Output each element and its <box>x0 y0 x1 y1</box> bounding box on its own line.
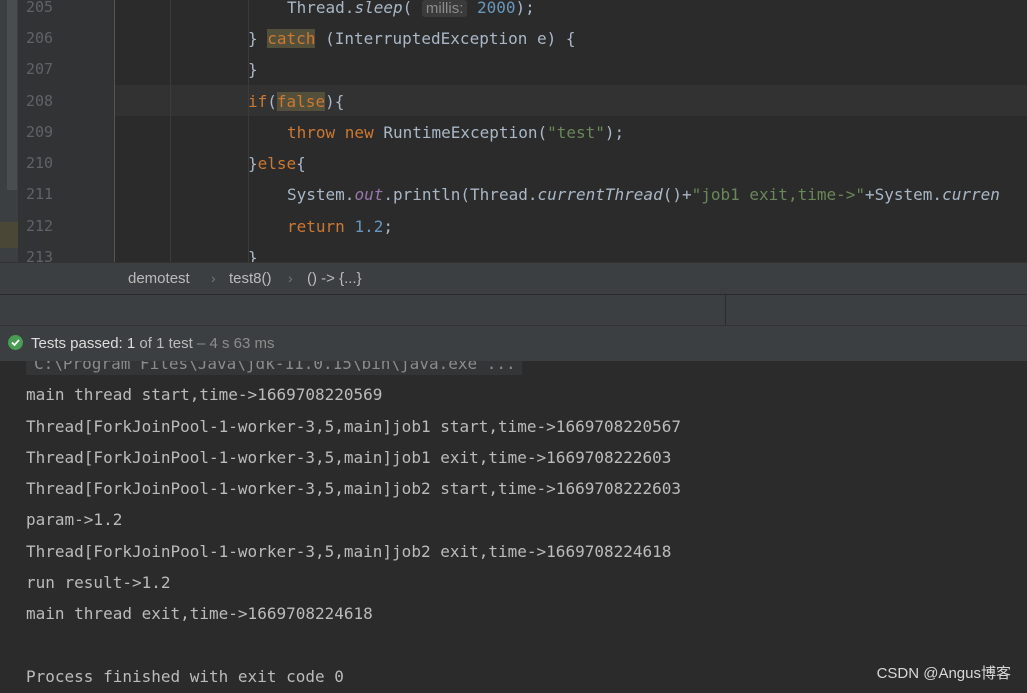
chevron-right-icon: › <box>211 270 216 286</box>
line-number: 212 <box>26 217 54 235</box>
code-line-211: System.out.println(Thread.currentThread(… <box>287 185 1000 204</box>
breadcrumb-item-class[interactable]: demotest <box>128 270 190 287</box>
code-line-212: return 1.2; <box>287 217 393 236</box>
line-number: 209 <box>26 123 54 141</box>
code-line-206: } catch (InterruptedException e) { <box>248 29 576 48</box>
console-line: Thread[ForkJoinPool-1-worker-3,5,main]jo… <box>26 448 672 467</box>
console-line: Thread[ForkJoinPool-1-worker-3,5,main]jo… <box>26 417 682 436</box>
panel-divider[interactable] <box>725 295 726 326</box>
watermark: CSDN @Angus博客 <box>876 665 1011 682</box>
console-line: main thread exit,time->1669708224618 <box>26 604 373 623</box>
code-area[interactable]: Thread.sleep( millis: 2000); } catch (In… <box>115 0 1027 262</box>
check-circle-icon <box>8 335 23 350</box>
console-line: run result->1.2 <box>26 573 171 592</box>
console-line: param->1.2 <box>26 510 123 529</box>
breadcrumb: demotest › test8() › () -> {...} <box>0 262 1027 295</box>
code-line-210: }else{ <box>248 154 306 173</box>
line-number: 211 <box>26 185 54 203</box>
line-number: 210 <box>26 154 54 172</box>
command-line[interactable]: C:\Program Files\Java\jdk-11.0.15\bin\ja… <box>26 361 522 375</box>
console-line: Thread[ForkJoinPool-1-worker-3,5,main]jo… <box>26 542 672 561</box>
test-status-bar: Tests passed: 1 of 1 test – 4 s 63 ms <box>0 325 1027 362</box>
strip-highlight <box>0 222 18 248</box>
breadcrumb-item-method[interactable]: test8() <box>229 270 272 287</box>
indent-guide <box>170 0 171 262</box>
console-line: Process finished with exit code 0 <box>26 667 344 686</box>
line-number: 205 <box>26 0 54 16</box>
console-output[interactable]: C:\Program Files\Java\jdk-11.0.15\bin\ja… <box>0 361 1027 693</box>
line-number: 207 <box>26 60 54 78</box>
code-line-213: } <box>248 248 258 262</box>
breadcrumb-item-lambda[interactable]: () -> {...} <box>307 270 362 287</box>
tool-window-strip <box>0 0 18 262</box>
line-number-gutter: 205 206 207 208 209 210 211 212 213 <box>18 0 115 262</box>
code-line-209: throw new RuntimeException("test"); <box>287 123 625 142</box>
code-line-205: Thread.sleep( millis: 2000); <box>287 0 535 17</box>
code-line-207: } <box>248 60 258 79</box>
line-number: 206 <box>26 29 54 47</box>
run-panel-toolbar <box>0 294 1027 326</box>
code-line-208: if(false){ <box>248 92 345 111</box>
chevron-right-icon: › <box>288 270 293 286</box>
scrollbar-thumb[interactable] <box>7 0 17 190</box>
parameter-hint: millis: <box>421 0 468 17</box>
line-number: 213 <box>26 248 54 262</box>
console-line: main thread start,time->1669708220569 <box>26 385 383 404</box>
test-status-text: Tests passed: 1 of 1 test – 4 s 63 ms <box>31 335 275 352</box>
console-line: Thread[ForkJoinPool-1-worker-3,5,main]jo… <box>26 479 682 498</box>
code-editor[interactable]: 205 206 207 208 209 210 211 212 213 Thre… <box>0 0 1027 262</box>
line-number: 208 <box>26 92 54 110</box>
